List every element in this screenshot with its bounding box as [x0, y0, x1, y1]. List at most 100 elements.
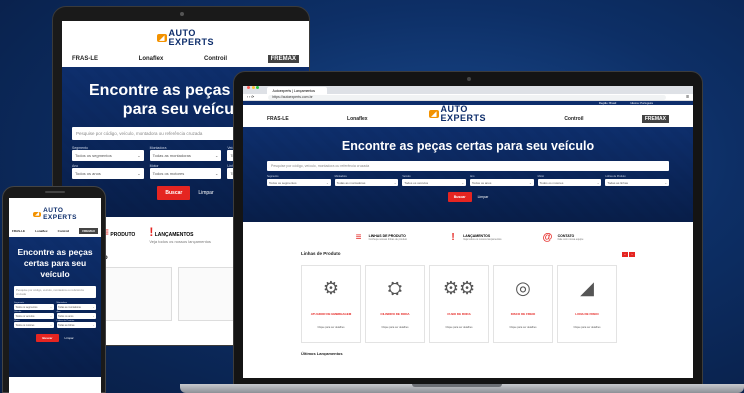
at-icon: @ — [542, 232, 553, 243]
brand-fremax[interactable]: FREMAX — [267, 55, 299, 63]
filter-label: Motor — [537, 175, 545, 178]
filter-label: Linhas de Produto — [605, 175, 626, 178]
engine-select[interactable]: Todos os motores ⌄ — [537, 179, 602, 186]
logo-mark-icon: ◢ — [33, 210, 42, 218]
brand-lonaflex[interactable]: Lonaflex — [347, 116, 368, 122]
wheel-cylinder-icon: ⛭ — [387, 277, 403, 298]
search-button[interactable]: Buscar — [157, 186, 191, 200]
url-field[interactable]: https://autoexperts.com.br — [268, 94, 666, 100]
brand-fremax[interactable]: FREMAX — [641, 115, 669, 123]
chevron-down-icon: ⌄ — [664, 180, 667, 185]
brand-controil[interactable]: Controil — [564, 116, 583, 122]
back-icon[interactable]: ‹ › ⟳ — [247, 95, 254, 99]
automaker-select[interactable]: Todas as montadoras ⌄ — [334, 179, 399, 186]
vehicle-select[interactable]: Todos os veículos⌄ — [402, 179, 466, 186]
brand-fremax[interactable]: FREMAX — [79, 228, 98, 234]
prev-arrow-icon[interactable]: ‹ — [622, 252, 628, 257]
logo-mark-icon: ◢ — [156, 33, 167, 43]
address-bar: ‹ › ⟳ https://autoexperts.com.br ☰ — [243, 94, 693, 101]
chevron-down-icon: ⌄ — [137, 171, 141, 176]
product-card[interactable]: ⚙ ATUADOR DE EMBREAGEM Clique para ver det… — [301, 265, 361, 343]
product-cards: ⚙ ATUADOR DE EMBREAGEM Clique para ver det… — [243, 259, 693, 343]
vehicle-select[interactable]: Todos os veículos⌄ — [14, 313, 54, 319]
phone-device: ◢ AUTO EXPERTS FRAS-LE Lonaflex Controil … — [2, 186, 106, 393]
site-logo[interactable]: ◢ AUTO EXPERTS — [429, 105, 486, 123]
year-select[interactable]: Todos os anos ⌄ — [72, 168, 144, 179]
segment-select[interactable]: Todos os segmentos ⌄ — [14, 304, 54, 310]
wheel-hub-icon: ⚙⚙ — [442, 277, 476, 298]
brand-row: FRAS-LE Lonaflex Controil FREMAX — [62, 51, 309, 67]
product-card[interactable]: ◎ DISCO DE FREIO Clique para ver detalhes — [493, 265, 553, 343]
laptop-device: Autoexperts | Lançamentos ‹ › ⟳ https://… — [233, 71, 703, 385]
browser-tab[interactable]: Autoexperts | Lançamentos — [266, 87, 327, 94]
hero-title: Encontre as peças certas para seu veícul… — [341, 139, 595, 153]
filter-label: Veículo — [402, 175, 411, 178]
region-selector[interactable]: Região: Brasil — [599, 101, 616, 105]
brand-lonaflex[interactable]: Lonaflex — [35, 229, 47, 233]
chevron-down-icon: ⌄ — [49, 314, 52, 318]
laptop-base — [180, 384, 744, 393]
brand-fras-le[interactable]: FRAS-LE — [12, 229, 25, 233]
chevron-down-icon: ⌄ — [214, 171, 219, 176]
language-selector[interactable]: Idioma: Português — [630, 101, 653, 105]
chevron-down-icon: ⌄ — [461, 180, 464, 185]
browser-tabbar: Autoexperts | Lançamentos — [243, 86, 693, 94]
filter-label: Ano — [470, 175, 475, 178]
brand-controil[interactable]: Controil — [204, 56, 227, 62]
hero-title: Encontre as peças certas para seu veícul… — [17, 247, 93, 279]
logo-bottom: EXPERTS — [168, 37, 215, 47]
search-button[interactable]: Buscar — [447, 192, 472, 202]
feature-contact[interactable]: @ CONTATO Fale com nossa equipe — [542, 232, 584, 243]
brand-fras-le[interactable]: FRAS-LE — [72, 56, 98, 62]
brand-lonaflex[interactable]: Lonaflex — [139, 56, 164, 62]
product-card[interactable]: ◢ LONA DE FREIO Clique para ver detalhes — [557, 265, 617, 343]
line-select[interactable]: Todas as linhas⌄ — [56, 322, 96, 328]
product-card[interactable]: ⚙⚙ CUBO DE RODA Clique para ver detalhes — [429, 265, 489, 343]
segment-select[interactable]: Todos os segmentos ⌄ — [72, 150, 144, 161]
site-logo[interactable]: ◢ AUTO EXPERTS — [62, 21, 309, 51]
alert-icon: ! — [451, 232, 455, 243]
feature-products[interactable]: ≡ LINHAS DE PRODUTO Conheça nossas linhas … — [353, 232, 407, 243]
product-card[interactable] — [102, 267, 172, 321]
next-arrow-icon[interactable]: › — [629, 252, 635, 257]
chevron-down-icon: ⌄ — [92, 314, 95, 318]
line-select[interactable]: Todas as linhas⌄ — [605, 179, 669, 186]
clear-link[interactable]: Limpar — [198, 190, 213, 196]
chevron-down-icon: ⌄ — [529, 180, 532, 185]
engine-select[interactable]: Todos os motores ⌄ — [14, 322, 54, 328]
filter-grid: Segmento Montadora Veículo Ano Motor Lin… — [267, 175, 669, 186]
chevron-down-icon: ⌄ — [92, 305, 95, 309]
laptop-screen: Autoexperts | Lançamentos ‹ › ⟳ https://… — [243, 86, 693, 378]
alert-icon: ! — [149, 225, 154, 239]
latest-launches-title: Últimos Lançamentos — [301, 351, 343, 356]
logo-mark-icon: ◢ — [429, 109, 439, 119]
product-card[interactable]: ⛭ CILINDRO DE RODA Clique para ver detalhe… — [365, 265, 425, 343]
product-lines-header: Linhas de Produto ‹ › — [243, 249, 693, 259]
site-logo[interactable]: ◢ AUTO EXPERTS — [9, 198, 101, 225]
brand-fras-le[interactable]: FRAS-LE — [267, 116, 289, 122]
brand-controil[interactable]: Controil — [58, 229, 70, 233]
feature-launches[interactable]: ! LANÇAMENTOS Veja todos os nossos lançame… — [447, 232, 501, 243]
chevron-down-icon: ⌄ — [326, 180, 329, 185]
clutch-actuator-icon: ⚙ — [322, 277, 340, 298]
clear-link[interactable]: Limpar — [65, 336, 74, 340]
list-icon: ≡ — [355, 232, 362, 243]
automaker-select[interactable]: Todas as montadoras ⌄ — [149, 150, 222, 161]
clear-link[interactable]: Limpar — [478, 195, 489, 199]
search-input[interactable]: Pesquise por código, veículo, montadora … — [14, 286, 96, 298]
brake-disc-icon: ◎ — [515, 277, 531, 298]
search-input[interactable]: Pesquise por código, veículo, montadora … — [267, 161, 669, 171]
segment-select[interactable]: Todos os segmentos ⌄ — [267, 179, 331, 186]
feature-products[interactable]: ≡ PRODUTO — [102, 225, 135, 245]
menu-icon[interactable]: ☰ — [686, 95, 689, 99]
chevron-down-icon: ⌄ — [49, 305, 52, 309]
search-button[interactable]: Buscar — [36, 334, 59, 342]
automaker-select[interactable]: Todas as montadoras ⌄ — [56, 304, 96, 310]
chevron-down-icon: ⌄ — [393, 180, 397, 185]
engine-select[interactable]: Todos os motores ⌄ — [149, 168, 222, 179]
feature-launches[interactable]: ! LANÇAMENTOS Veja todos os nossos lançam… — [149, 225, 211, 245]
year-select[interactable]: Todos os anos ⌄ — [56, 313, 96, 319]
speaker — [45, 191, 65, 193]
hero-section: Encontre as peças certas para seu veícul… — [243, 127, 693, 222]
year-select[interactable]: Todos os anos ⌄ — [470, 179, 534, 186]
